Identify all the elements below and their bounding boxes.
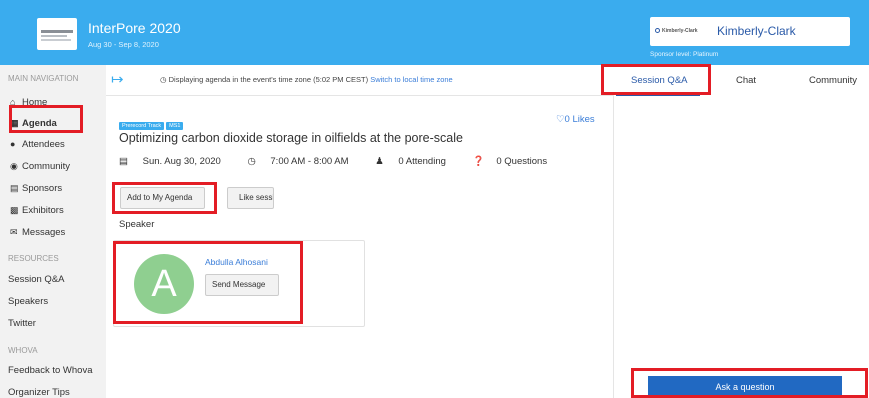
sidebar-item-session-qa[interactable]: Session Q&A <box>8 273 65 287</box>
expand-arrow-icon[interactable]: ↦ <box>111 70 124 88</box>
likes-label: 0 Likes <box>564 114 595 125</box>
main-navigation-label: MAIN NAVIGATION <box>8 74 79 83</box>
session-title: Optimizing carbon dioxide storage in oil… <box>119 131 463 145</box>
speaker-highlight-box <box>113 241 303 324</box>
sidebar-item-feedback[interactable]: Feedback to Whova <box>8 364 93 378</box>
users-icon: ● <box>10 139 16 149</box>
sponsor-logo-text: Kimberly-Clark <box>662 28 698 34</box>
session-meta: ▤ Sun. Aug 30, 2020 ◷ 7:00 AM - 8:00 AM … <box>119 156 571 167</box>
sidebar-item-speakers[interactable]: Speakers <box>8 295 48 309</box>
timezone-notice: ◷ Displaying agenda in the event's time … <box>160 75 453 84</box>
sidebar-item-community[interactable]: ◉ Community <box>10 159 70 173</box>
heart-icon: ♡ <box>556 114 565 125</box>
session-date: Sun. Aug 30, 2020 <box>142 156 221 167</box>
chat-icon: ◉ <box>10 161 18 171</box>
sidebar-item-exhibitors[interactable]: ▩ Exhibitors <box>10 203 64 217</box>
panel-divider <box>613 96 614 398</box>
questions-count: 0 Questions <box>496 156 548 167</box>
sponsor-name[interactable]: Kimberly-Clark <box>717 24 796 38</box>
building-icon: ▩ <box>10 205 19 215</box>
sidebar-item-label: Attendees <box>22 139 65 150</box>
session-tags: Prerecord Track MS1 <box>119 114 185 132</box>
sidebar-item-messages[interactable]: ✉ Messages <box>10 225 65 239</box>
sponsor-logo-icon <box>655 28 660 33</box>
event-logo[interactable] <box>37 18 77 50</box>
envelope-icon: ✉ <box>10 227 18 237</box>
sidebar-item-label: Exhibitors <box>22 205 64 216</box>
agenda-highlight-box <box>9 105 83 133</box>
session-time: 7:00 AM - 8:00 AM <box>270 156 349 167</box>
sidebar-item-sponsors[interactable]: ▤ Sponsors <box>10 181 62 195</box>
sidebar-item-twitter[interactable]: Twitter <box>8 317 36 331</box>
track-tag[interactable]: Prerecord Track <box>119 122 165 130</box>
switch-timezone-link[interactable]: Switch to local time zone <box>370 75 453 84</box>
sidebar-item-label: Messages <box>22 227 66 238</box>
session-qa-highlight-box <box>601 64 711 95</box>
like-session-button[interactable]: Like session <box>227 187 274 209</box>
question-icon: ❓ <box>472 156 485 167</box>
sidebar-item-attendees[interactable]: ● Attendees <box>10 137 65 151</box>
add-to-agenda-highlight-box <box>112 182 217 214</box>
whova-label: WHOVA <box>8 346 38 355</box>
clock-icon: ◷ <box>160 75 169 84</box>
resources-label: RESOURCES <box>8 254 59 263</box>
attendee-icon: ♟ <box>375 156 387 167</box>
sidebar-item-label: Sponsors <box>22 183 63 194</box>
attending-count: 0 Attending <box>398 156 446 167</box>
event-title[interactable]: InterPore 2020 <box>88 20 181 36</box>
sidebar-item-label: Community <box>22 161 71 172</box>
track-tag[interactable]: MS1 <box>166 122 184 130</box>
ask-question-highlight-box <box>631 368 868 398</box>
event-dates: Aug 30 - Sep 8, 2020 <box>88 40 159 49</box>
sponsor-level: Sponsor level: Platinum <box>650 51 719 58</box>
sidebar-item-organizer-tips[interactable]: Organizer Tips <box>8 386 70 398</box>
tab-chat[interactable]: Chat <box>736 75 756 86</box>
likes-count[interactable]: ♡0 Likes <box>556 114 595 125</box>
timezone-text: Displaying agenda in the event's time zo… <box>168 75 369 84</box>
speaker-section-label: Speaker <box>119 219 155 230</box>
clock-icon: ◷ <box>247 156 259 167</box>
sponsors-icon: ▤ <box>10 183 19 193</box>
sponsor-card[interactable]: Kimberly-Clark Kimberly-Clark <box>650 17 850 46</box>
calendar-icon: ▤ <box>119 156 131 167</box>
tab-community[interactable]: Community <box>809 75 857 86</box>
